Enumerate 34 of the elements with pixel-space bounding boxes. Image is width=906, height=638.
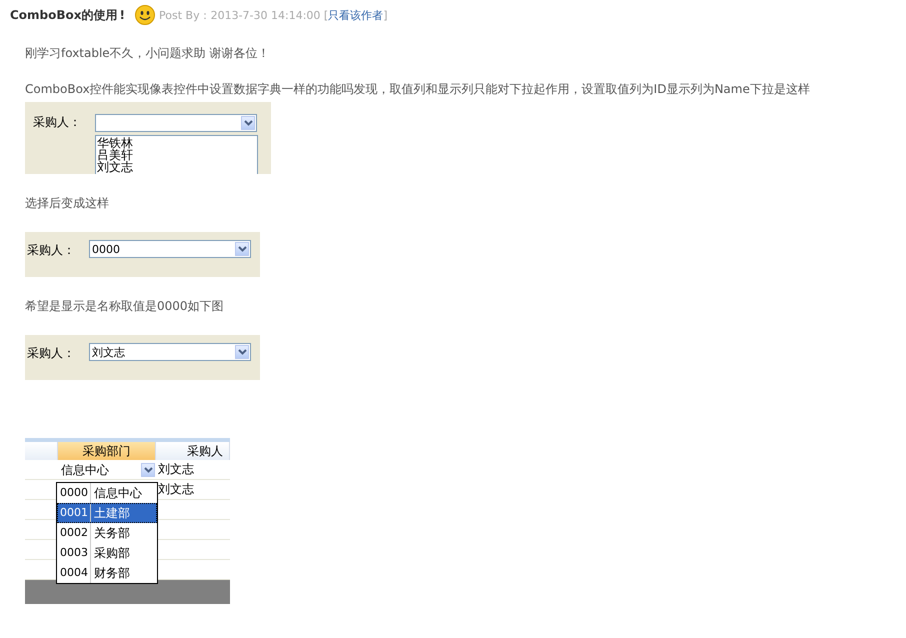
dropdown-button[interactable] [241, 116, 255, 130]
cell-combo-box[interactable]: 信息中心 [58, 460, 156, 480]
post-meta: Post By：2013-7-30 14:14:00 [ [159, 8, 328, 22]
post-paragraph: 刚学习foxtable不久，小问题求助 谢谢各位！ [25, 46, 271, 60]
list-option[interactable]: 0003 采购部 [57, 543, 157, 563]
list-option[interactable]: 华铁林 [97, 137, 257, 149]
list-option[interactable]: 0002 关务部 [57, 523, 157, 543]
field-label: 采购人： [27, 242, 76, 259]
post-paragraph: 希望是显示是名称取值是0000如下图 [25, 299, 225, 313]
list-option[interactable]: 0001 土建部 [57, 503, 157, 523]
post-paragraph: ComboBox控件能实现像表控件中设置数据字典一样的功能吗发现，取值列和显示列只能对下拉起作用，设置取值列为ID显示列为Name下拉是这样 [25, 82, 811, 96]
author-only-link[interactable]: 只看该作者 [328, 8, 384, 22]
post-paragraph: 选择后变成这样 [25, 196, 110, 210]
list-option[interactable]: 0004 财务部 [57, 563, 157, 583]
dropdown-button[interactable] [235, 345, 249, 359]
combo-box[interactable]: 刘文志 [89, 343, 251, 361]
field-label: 采购人： [27, 345, 76, 362]
column-header[interactable]: 采购部门 [58, 442, 156, 460]
smiley-icon [135, 5, 156, 25]
list-option[interactable]: 刘文志 [97, 161, 257, 173]
caret-icon [244, 120, 252, 126]
caret-icon [238, 246, 246, 252]
field-label: 采购人： [33, 114, 82, 131]
column-header[interactable]: 采购人 [156, 442, 230, 460]
table-cell: 刘文志 [156, 460, 230, 480]
dropdown-button[interactable] [141, 462, 155, 476]
bracket-text: ] [383, 8, 388, 22]
caret-icon [238, 349, 246, 355]
caret-icon [144, 466, 152, 472]
dropdown-button[interactable] [235, 242, 249, 256]
combo-box[interactable]: 0000 [89, 240, 251, 258]
combo-box[interactable] [95, 114, 257, 132]
list-option[interactable]: 吕美轩 [97, 149, 257, 161]
post-title: ComboBox的使用 ! [10, 6, 126, 24]
